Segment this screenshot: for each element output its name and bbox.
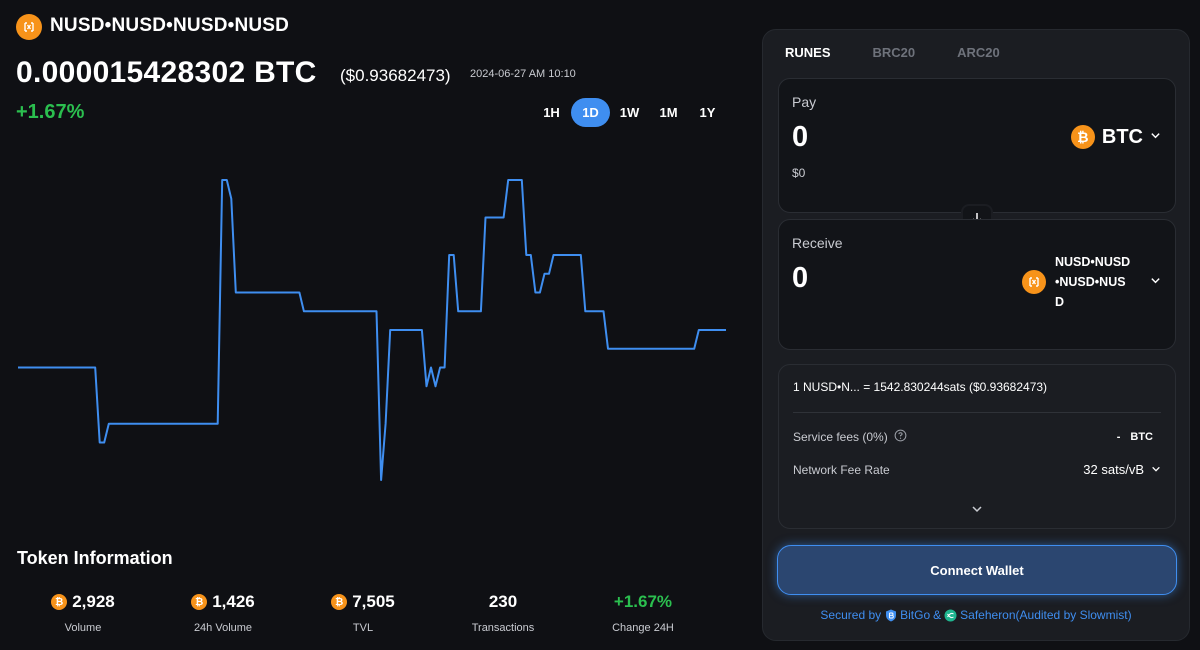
stat-transactions: 230 Transactions: [433, 592, 573, 634]
price-line: [18, 179, 726, 481]
btc-icon: ₿: [331, 594, 348, 610]
range-1w[interactable]: 1W: [610, 98, 649, 127]
stat-value: 1,426: [212, 592, 255, 611]
price-timestamp: 2024-06-27 AM 10:10: [470, 68, 576, 80]
exchange-rate: 1 NUSD•N... = 1542.830244sats ($0.936824…: [793, 380, 1048, 394]
range-1h[interactable]: 1H: [532, 98, 571, 127]
service-fee-label: Service fees (0%): [793, 430, 888, 444]
help-circle-icon[interactable]: [894, 429, 907, 445]
pay-amount-input[interactable]: [792, 121, 972, 154]
price-usd: ($0.93682473): [340, 66, 451, 85]
stat-volume: ₿ 2,928 Volume: [13, 592, 153, 634]
stat-value: +1.67%: [613, 592, 673, 611]
tab-arc20[interactable]: ARC20: [957, 45, 1000, 60]
btc-icon: ₿: [51, 594, 68, 610]
stat-value: 7,505: [352, 592, 395, 611]
network-fee-selector[interactable]: 32 sats/vB: [1083, 462, 1161, 477]
security-note: Secured by BitGo & Safeheron(Audited by …: [763, 608, 1189, 622]
tab-brc20[interactable]: BRC20: [873, 45, 916, 60]
btc-icon: ₿: [191, 594, 208, 610]
service-fee-row: Service fees (0%) - BTC: [793, 429, 1161, 445]
bitgo-shield-icon: [884, 609, 897, 622]
pay-token-name: BTC: [1101, 125, 1143, 148]
btc-icon: ₿: [1070, 125, 1095, 149]
receive-token-selector[interactable]: NUSD•NUSD •NUSD•NUS D: [1022, 252, 1161, 312]
time-range-selector: 1H 1D 1W 1M 1Y: [532, 98, 727, 127]
ampersand: &: [933, 608, 942, 622]
safeheron-icon: [944, 609, 957, 622]
range-1m[interactable]: 1M: [649, 98, 688, 127]
price-chart: [18, 179, 726, 481]
receive-box: Receive NUSD•NUSD •NUSD•NUS D: [778, 219, 1176, 350]
stat-change-24h: +1.67% Change 24H: [573, 592, 713, 634]
stat-label: Transactions: [471, 622, 535, 634]
stat-label: 24h Volume: [193, 622, 253, 634]
receive-label: Receive: [792, 235, 843, 251]
service-fee-value: -: [1116, 431, 1121, 443]
receive-token-name: NUSD•NUSD •NUSD•NUS D: [1055, 255, 1131, 309]
price-change: +1.67%: [16, 101, 85, 123]
stat-value: 2,928: [72, 592, 115, 611]
stat-24h-volume: ₿ 1,426 24h Volume: [153, 592, 293, 634]
safeheron-link[interactable]: Safeheron(Audited by Slowmist): [960, 608, 1131, 622]
chevron-down-icon: [1150, 273, 1161, 291]
receive-amount-input[interactable]: [792, 262, 972, 295]
swap-tabs: RUNES BRC20 ARC20: [785, 45, 1000, 60]
network-fee-row: Network Fee Rate 32 sats/vB: [793, 462, 1161, 477]
pay-label: Pay: [792, 94, 817, 110]
token-title: NUSD•NUSD•NUSD•NUSD: [50, 15, 290, 36]
token-logo-icon: [16, 14, 42, 40]
stat-label: Volume: [64, 622, 102, 634]
stat-tvl: ₿ 7,505 TVL: [293, 592, 433, 634]
expand-details-button[interactable]: [971, 502, 983, 520]
range-1y[interactable]: 1Y: [688, 98, 727, 127]
stat-label: Change 24H: [612, 622, 674, 634]
divider: [793, 412, 1161, 413]
pay-usd-value: $0: [792, 166, 806, 180]
network-fee-label: Network Fee Rate: [793, 462, 890, 477]
pay-box: Pay $0 ₿ BTC: [778, 78, 1176, 213]
token-logo-icon: [1022, 270, 1046, 294]
bitgo-link[interactable]: BitGo: [900, 608, 930, 622]
range-1d[interactable]: 1D: [571, 98, 610, 127]
price-btc: 0.000015428302 BTC: [16, 56, 317, 89]
stat-label: TVL: [352, 622, 374, 634]
chevron-down-icon: [1150, 128, 1161, 146]
chevron-down-icon: [1151, 462, 1161, 477]
pay-token-selector[interactable]: ₿ BTC: [1070, 125, 1161, 149]
chevron-down-icon: [971, 502, 983, 519]
swap-details: 1 NUSD•N... = 1542.830244sats ($0.936824…: [778, 364, 1176, 529]
service-fee-unit: BTC: [1130, 431, 1153, 443]
tab-runes[interactable]: RUNES: [785, 45, 831, 60]
secured-prefix: Secured by: [820, 608, 882, 622]
network-fee-value: 32 sats/vB: [1083, 462, 1144, 477]
swap-panel: RUNES BRC20 ARC20 Pay $0 ₿ BTC Receive N…: [762, 29, 1190, 641]
token-info-title: Token Information: [17, 548, 173, 568]
stat-value: 230: [488, 592, 518, 611]
connect-wallet-button[interactable]: Connect Wallet: [777, 545, 1177, 595]
